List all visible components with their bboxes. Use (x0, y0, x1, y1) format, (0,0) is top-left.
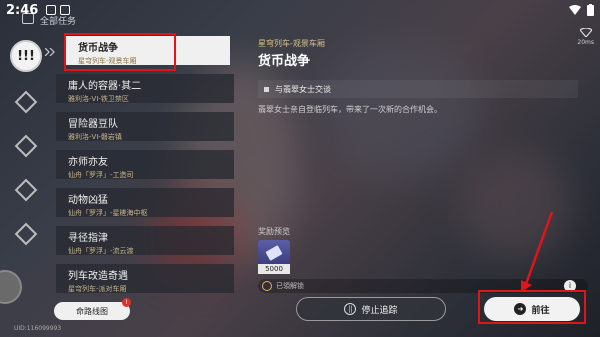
quest-location: 仙舟「罗浮」-工造司 (68, 171, 134, 179)
stop-tracking-label: 停止追踪 (361, 305, 398, 316)
unlock-note-text: 已領解锁 (276, 282, 304, 290)
detail-title: 货币战争 (258, 54, 311, 69)
quest-location: 仙舟「罗浮」-星槎海中枢 (68, 209, 148, 217)
category-adventure-button[interactable] (10, 174, 42, 206)
category-trailblaze-button[interactable] (10, 86, 42, 118)
quest-location: 星穹列车-派对车厢 (68, 285, 127, 293)
route-map-label: 命路线图 (76, 306, 108, 316)
quest-list: 货币战争 星穹列车-观景车厢 庸人的容器·其二 雅利洛-VI-铁卫禁区 冒险器豆… (56, 36, 234, 296)
category-all-button[interactable]: !!! (10, 40, 42, 72)
quest-item[interactable]: 动物凶猛 仙舟「罗浮」-星槎海中枢 (56, 188, 234, 217)
quest-location: 雅利洛-VI-磐岩镇 (68, 133, 122, 141)
quest-item[interactable]: 冒险器豆队 雅利洛-VI-磐岩镇 (56, 112, 234, 141)
quest-item[interactable]: 寻径指津 仙舟「罗浮」-流云渡 (56, 226, 234, 255)
reward-amount: 5000 (258, 264, 290, 274)
status-time: 2:46 (6, 2, 39, 18)
highlight-box (478, 290, 586, 324)
ticket-icon (265, 245, 283, 261)
quest-item[interactable]: 亦师亦友 仙舟「罗浮」-工造司 (56, 150, 234, 179)
status-bar: 2:46 (0, 0, 600, 20)
uid-label: UID:116099993 (14, 325, 62, 332)
reward-item[interactable]: 5000 (258, 240, 290, 274)
category-companion-button[interactable] (10, 130, 42, 162)
battery-icon (587, 4, 594, 16)
lock-icon (262, 281, 272, 291)
objective-text: 与翡翠女士交谈 (275, 84, 331, 94)
category-rail: !!! (0, 36, 56, 306)
quest-title: 动物凶猛 (68, 195, 108, 206)
reward-label: 奖励预览 (258, 227, 290, 236)
quest-item[interactable]: 庸人的容器·其二 雅利洛-VI-铁卫禁区 (56, 74, 234, 103)
quest-objective: 与翡翠女士交谈 (258, 80, 578, 98)
pause-icon: || (344, 303, 357, 315)
wifi-icon (569, 5, 581, 15)
notification-icon (60, 5, 71, 15)
notification-badge: ! (122, 298, 131, 307)
diamond-icon (14, 178, 38, 202)
quest-location: 雅利洛-VI-铁卫禁区 (68, 95, 129, 103)
quest-title: 寻径指津 (68, 233, 108, 244)
quest-title: 亦师亦友 (68, 157, 108, 168)
highlight-box (64, 33, 176, 71)
quest-location: 仙舟「罗浮」-流云渡 (68, 247, 134, 255)
category-all-label: !!! (17, 48, 35, 64)
detail-location: 星穹列车-观景车厢 (258, 39, 325, 48)
quest-title: 庸人的容器·其二 (68, 81, 142, 92)
quest-item[interactable]: 列车改造奇遇 星穹列车-派对车厢 (56, 264, 234, 293)
notification-icon (46, 5, 57, 15)
route-map-button[interactable]: 命路线图 (54, 302, 130, 320)
diamond-icon (14, 90, 38, 114)
quest-title: 列车改造奇遇 (68, 271, 128, 282)
stop-tracking-button[interactable]: || 停止追踪 (296, 297, 446, 321)
bullet-icon (264, 86, 269, 92)
quest-detail: 星穹列车-观景车厢 货币战争 与翡翠女士交谈 翡翠女士亲自登临列车，带来了一次新… (244, 36, 590, 296)
quest-description: 翡翠女士亲自登临列车，带来了一次新的合作机会。 (258, 105, 442, 114)
collapse-arrow-icon[interactable] (45, 48, 55, 56)
category-daily-button[interactable] (10, 218, 42, 250)
quest-title: 冒险器豆队 (68, 119, 118, 130)
diamond-icon (14, 134, 38, 158)
diamond-icon (14, 222, 38, 246)
